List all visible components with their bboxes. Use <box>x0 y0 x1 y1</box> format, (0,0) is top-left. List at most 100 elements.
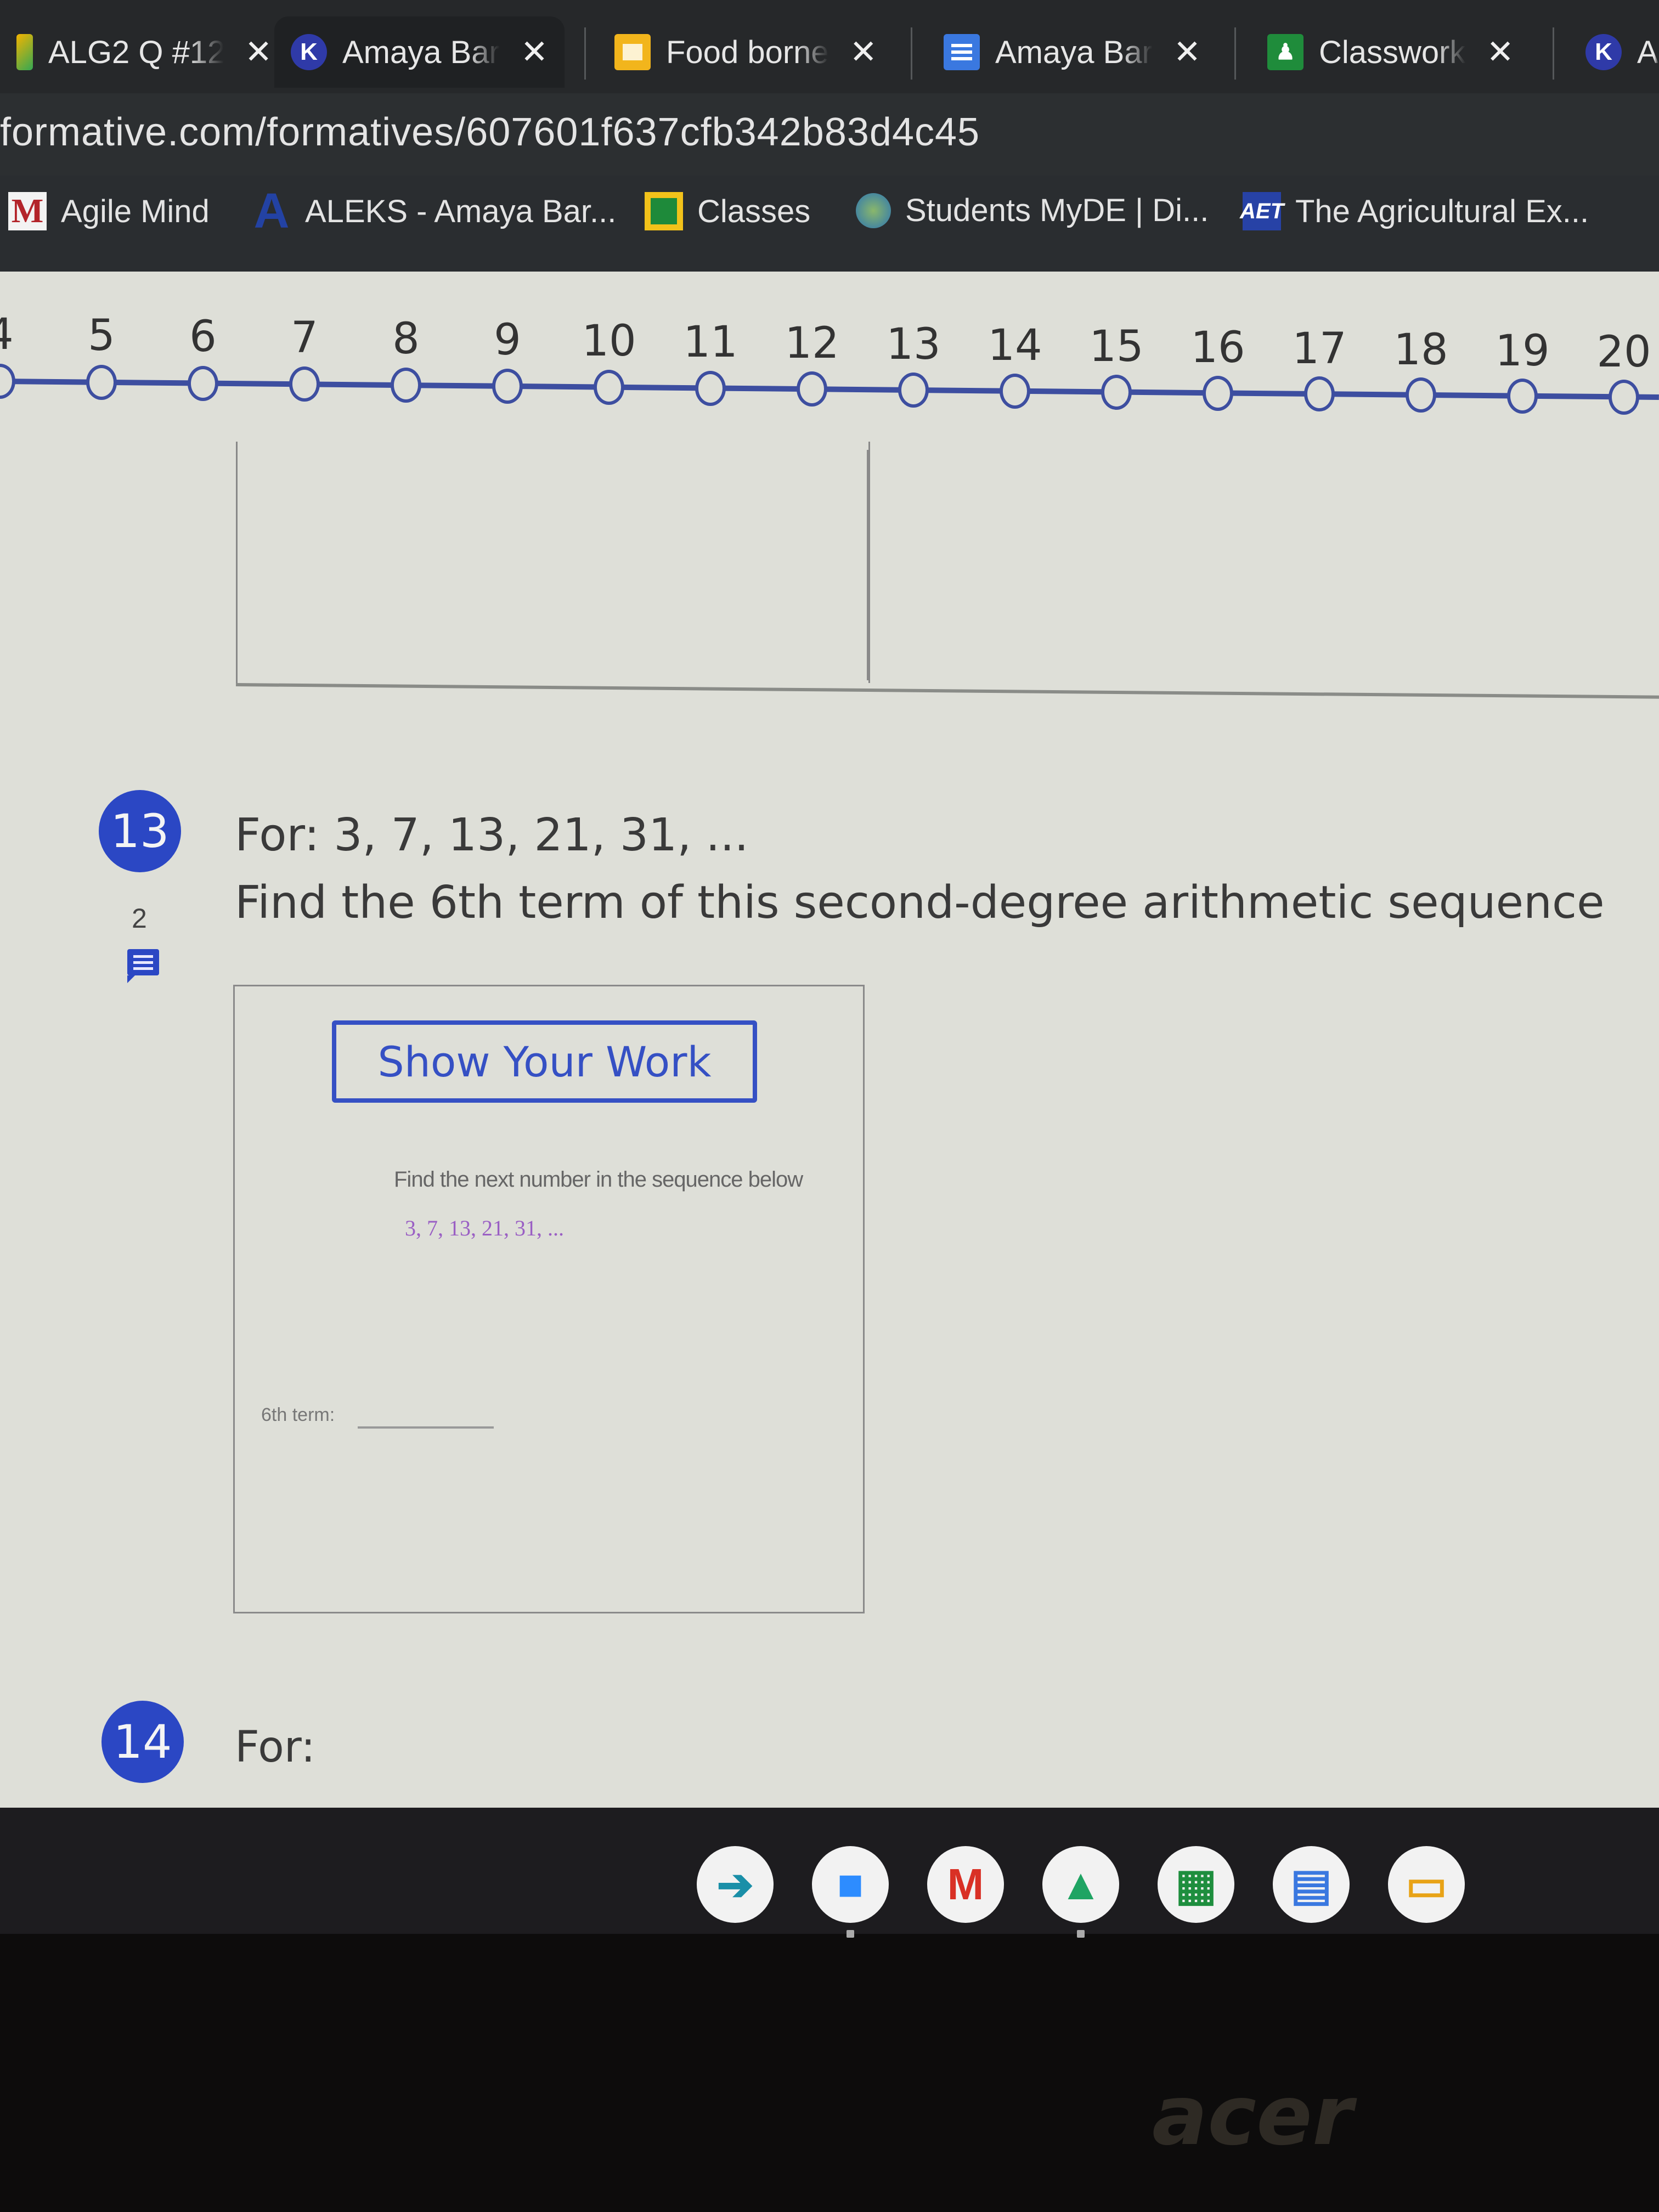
number-line-label[interactable]: 6 <box>189 312 217 362</box>
number-line-label[interactable]: 7 <box>291 313 318 363</box>
tab-separator <box>1553 27 1554 80</box>
tab-separator <box>584 27 586 80</box>
tab-alg2-quiz[interactable]: ALG2 Q #12 ✕ <box>0 16 289 88</box>
sheets-app[interactable]: ▦ <box>1158 1846 1234 1923</box>
bookmark-agricultural-ex[interactable]: AET The Agricultural Ex... <box>1240 192 1589 230</box>
question-dot[interactable] <box>1609 379 1639 415</box>
number-line-label[interactable]: 9 <box>494 315 521 365</box>
tab-separator <box>911 27 912 80</box>
sixth-term-label: 6th term: <box>261 1404 335 1425</box>
question-dot[interactable] <box>1203 375 1233 411</box>
question-dot[interactable] <box>86 364 117 400</box>
k-icon: K <box>1585 34 1622 70</box>
aleks-icon: A <box>253 183 290 239</box>
number-line-label[interactable]: 13 <box>886 320 940 369</box>
tab-title: Amaya Bar <box>995 34 1153 70</box>
bookmark-classes[interactable]: Classes <box>645 192 810 230</box>
bookmark-label: ALEKS - Amaya Bar... <box>305 193 617 229</box>
bookmark-label: The Agricultural Ex... <box>1295 193 1589 229</box>
number-line-label[interactable]: 15 <box>1089 322 1143 371</box>
gmail-app[interactable]: M <box>927 1846 1004 1923</box>
close-icon[interactable]: ✕ <box>850 33 877 71</box>
previous-answer-box-right <box>867 450 1659 680</box>
tab-food-borne[interactable]: Food borne ✕ <box>598 16 894 88</box>
question-dot[interactable] <box>492 369 523 404</box>
slides-app[interactable]: ▭ <box>1388 1846 1465 1923</box>
question-dot[interactable] <box>1101 374 1132 410</box>
tab-title: Amaya Bar <box>342 34 500 70</box>
sixth-term-blank[interactable] <box>358 1426 494 1429</box>
number-line-label[interactable]: 16 <box>1190 323 1245 373</box>
question-dot[interactable] <box>188 365 218 401</box>
question-dot[interactable] <box>1507 379 1538 414</box>
close-icon[interactable]: ✕ <box>1487 33 1514 71</box>
tab-amaya-bar-k[interactable]: K Amaya Bar ✕ <box>274 16 565 88</box>
url-text[interactable]: formative.com/formatives/607601f637cfb34… <box>0 110 980 155</box>
question-dot[interactable] <box>898 373 929 408</box>
docs-icon <box>944 34 980 70</box>
number-line-label[interactable]: 14 <box>988 321 1042 370</box>
acer-logo: acer <box>1152 2068 1353 2164</box>
tab-title: Classwork <box>1319 34 1466 70</box>
gmail-icon: M <box>947 1860 984 1909</box>
show-your-work-button[interactable]: Show Your Work <box>332 1020 757 1103</box>
question-dot[interactable] <box>1304 376 1335 412</box>
question-14-prompt: For: <box>235 1723 315 1772</box>
sheets-icon: ▦ <box>1175 1860 1217 1909</box>
classroom-arrow-icon: ➔ <box>716 1860 754 1909</box>
question-dot[interactable] <box>1000 374 1030 409</box>
tab-title: ALG2 Q #12 <box>48 34 224 70</box>
worksheet-sequence: 3, 7, 13, 21, 31, ... <box>405 1216 564 1240</box>
slides-icon: ▭ <box>1406 1860 1447 1909</box>
alg-icon <box>16 34 33 70</box>
classroom-arrow-app[interactable]: ➔ <box>697 1846 774 1923</box>
zoom-app[interactable]: ■ <box>812 1846 889 1923</box>
comment-count: 2 <box>132 903 147 934</box>
question-dot[interactable] <box>695 370 726 406</box>
number-line-label[interactable]: 18 <box>1393 325 1448 375</box>
number-line-label[interactable]: 20 <box>1596 328 1651 377</box>
classroom-icon <box>645 192 683 230</box>
question-dot[interactable] <box>797 371 827 407</box>
number-line-label[interactable]: 19 <box>1495 326 1549 376</box>
bookmark-agile-mind[interactable]: M Agile Mind <box>8 192 210 230</box>
bookmark-aleks[interactable]: A ALEKS - Amaya Bar... <box>252 183 617 239</box>
question-dot[interactable] <box>391 368 421 403</box>
question-dot[interactable] <box>1406 377 1436 413</box>
question-number-badge[interactable]: 13 <box>99 790 181 872</box>
bookmark-students-myde[interactable]: Students MyDE | Di... <box>856 192 1209 229</box>
tab-title: A <box>1637 34 1658 70</box>
question-dot[interactable] <box>289 366 320 402</box>
bookmark-label: Classes <box>697 193 811 229</box>
number-line-label[interactable]: 10 <box>582 317 636 366</box>
tab-classwork[interactable]: ♟ Classwork ✕ <box>1251 16 1531 88</box>
drive-app[interactable]: ▲ <box>1042 1846 1119 1923</box>
drive-icon: ▲ <box>1059 1860 1103 1909</box>
worksheet-instruction: Find the next number in the sequence bel… <box>394 1167 803 1192</box>
number-line-label[interactable]: 11 <box>683 318 737 367</box>
tab-amaya-bar-docs[interactable]: Amaya Bar ✕ <box>927 16 1217 88</box>
classroom-icon: ♟ <box>1267 34 1304 70</box>
close-icon[interactable]: ✕ <box>245 33 272 71</box>
comment-icon[interactable] <box>127 949 159 983</box>
question-number-badge[interactable]: 14 <box>101 1701 184 1783</box>
bookmark-label: Students MyDE | Di... <box>905 193 1209 228</box>
zoom-icon: ■ <box>837 1860 864 1909</box>
number-line-label[interactable]: 4 <box>0 310 14 359</box>
slides-icon <box>614 34 651 70</box>
myde-icon <box>856 193 891 228</box>
bookmark-label: Agile Mind <box>61 193 210 229</box>
docs-app[interactable]: ▤ <box>1273 1846 1350 1923</box>
number-line-label[interactable]: 17 <box>1292 324 1346 374</box>
question-13-instruction: Find the 6th term of this second-degree … <box>235 877 1605 929</box>
aet-icon: AET <box>1240 192 1284 230</box>
number-line-label[interactable]: 8 <box>392 314 420 364</box>
number-line-label[interactable]: 12 <box>785 319 839 368</box>
tab-k-overflow[interactable]: K A <box>1569 16 1659 88</box>
docs-icon: ▤ <box>1290 1860 1332 1909</box>
question-dot[interactable] <box>594 369 624 405</box>
close-icon[interactable]: ✕ <box>521 33 548 71</box>
close-icon[interactable]: ✕ <box>1173 33 1201 71</box>
tab-title: Food borne <box>666 34 829 70</box>
number-line-label[interactable]: 5 <box>88 311 115 360</box>
